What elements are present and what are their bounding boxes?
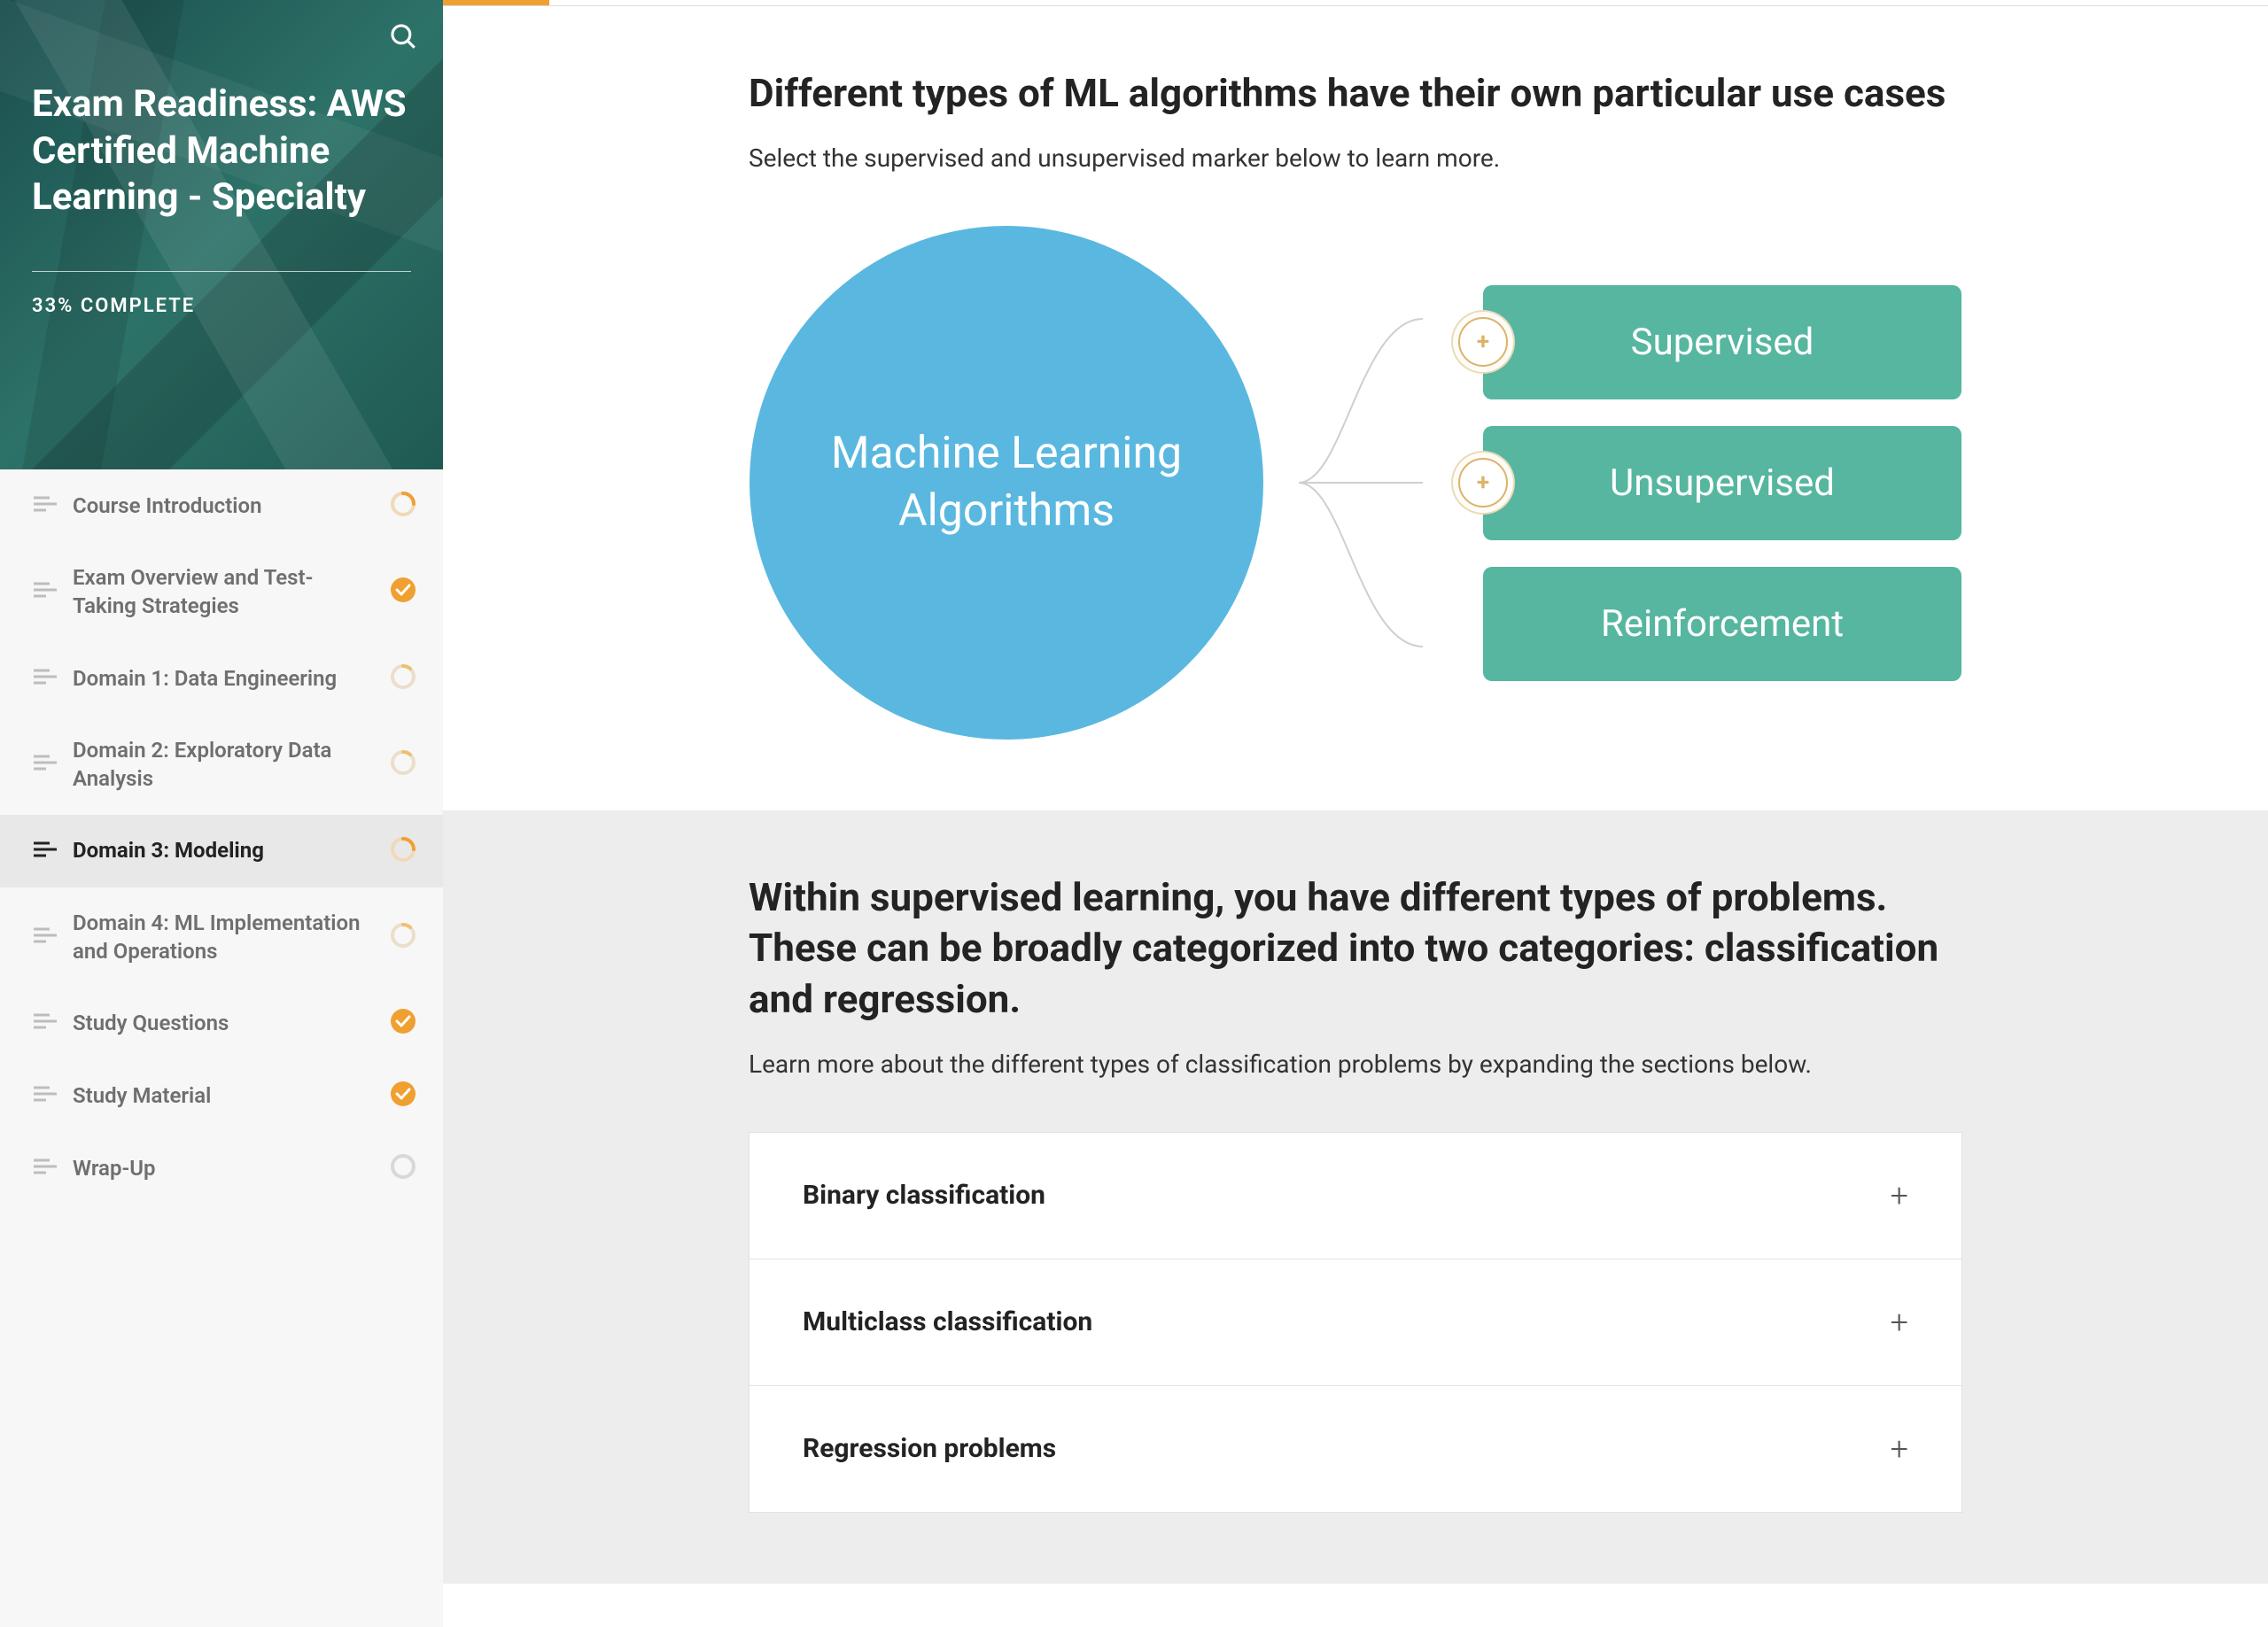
sidebar-header: Exam Readiness: AWS Certified Machine Le… bbox=[0, 0, 443, 469]
section-subtitle-2: Learn more about the different types of … bbox=[749, 1050, 1962, 1079]
list-icon bbox=[34, 754, 57, 775]
list-icon bbox=[34, 581, 57, 602]
marker-supervised[interactable]: + bbox=[1458, 317, 1508, 367]
status-icon bbox=[390, 749, 416, 779]
sidebar-item-0[interactable]: Course Introduction bbox=[0, 469, 443, 542]
list-icon bbox=[34, 668, 57, 689]
status-icon bbox=[390, 663, 416, 693]
diagram-categories: + Supervised + Unsupervised Reinforcemen… bbox=[1458, 285, 1961, 681]
sidebar-item-6[interactable]: Study Questions bbox=[0, 987, 443, 1059]
status-icon bbox=[390, 491, 416, 521]
circle-label: Machine Learning Algorithms bbox=[750, 425, 1263, 540]
plus-icon: + bbox=[1891, 1177, 1908, 1214]
list-icon bbox=[34, 495, 57, 516]
nav-label: Study Questions bbox=[73, 1009, 374, 1037]
status-icon bbox=[390, 577, 416, 607]
category-row-reinforcement: Reinforcement bbox=[1458, 567, 1961, 681]
status-icon bbox=[390, 1153, 416, 1183]
sidebar-item-2[interactable]: Domain 1: Data Engineering bbox=[0, 642, 443, 715]
nav-list: Course Introduction Exam Overview and Tes… bbox=[0, 469, 443, 1205]
accordion-item-2[interactable]: Regression problems + bbox=[750, 1386, 1961, 1512]
accordion-item-1[interactable]: Multiclass classification + bbox=[750, 1259, 1961, 1386]
section-title: Different types of ML algorithms have th… bbox=[749, 68, 1962, 119]
section-algorithms: Different types of ML algorithms have th… bbox=[443, 6, 2268, 810]
sidebar-item-1[interactable]: Exam Overview and Test-Taking Strategies bbox=[0, 542, 443, 642]
nav-label: Wrap-Up bbox=[73, 1154, 374, 1182]
plus-icon: + bbox=[1891, 1430, 1908, 1468]
nav-label: Course Introduction bbox=[73, 492, 374, 520]
accordion-label: Multiclass classification bbox=[803, 1306, 1092, 1337]
nav-label: Domain 1: Data Engineering bbox=[73, 664, 374, 693]
plus-icon: + bbox=[1891, 1304, 1908, 1341]
divider bbox=[32, 271, 411, 272]
main-content: Different types of ML algorithms have th… bbox=[443, 0, 2268, 1627]
accordion: Binary classification+Multiclass classif… bbox=[749, 1132, 1962, 1513]
search-icon[interactable] bbox=[388, 21, 418, 55]
nav-label: Domain 3: Modeling bbox=[73, 836, 374, 864]
ml-diagram: Machine Learning Algorithms + Supervised bbox=[749, 226, 1962, 740]
category-row-unsupervised: + Unsupervised bbox=[1458, 426, 1961, 540]
list-icon bbox=[34, 926, 57, 948]
nav-label: Domain 4: ML Implementation and Operatio… bbox=[73, 909, 374, 966]
nav-label: Study Material bbox=[73, 1081, 374, 1110]
section-title-2: Within supervised learning, you have dif… bbox=[749, 872, 1962, 1025]
accordion-item-0[interactable]: Binary classification + bbox=[750, 1133, 1961, 1259]
category-row-supervised: + Supervised bbox=[1458, 285, 1961, 399]
status-icon bbox=[390, 1081, 416, 1111]
marker-unsupervised[interactable]: + bbox=[1458, 458, 1508, 507]
category-supervised: Supervised bbox=[1483, 285, 1961, 399]
sidebar-item-8[interactable]: Wrap-Up bbox=[0, 1132, 443, 1205]
category-unsupervised: Unsupervised bbox=[1483, 426, 1961, 540]
category-reinforcement: Reinforcement bbox=[1483, 567, 1961, 681]
section-subtitle: Select the supervised and unsupervised m… bbox=[749, 143, 1962, 173]
sidebar-item-7[interactable]: Study Material bbox=[0, 1059, 443, 1132]
sidebar: Exam Readiness: AWS Certified Machine Le… bbox=[0, 0, 443, 1627]
sidebar-item-4[interactable]: Domain 3: Modeling bbox=[0, 815, 443, 887]
accordion-label: Binary classification bbox=[803, 1180, 1045, 1211]
list-icon bbox=[34, 1158, 57, 1179]
list-icon bbox=[34, 1085, 57, 1106]
nav-label: Exam Overview and Test-Taking Strategies bbox=[73, 563, 374, 621]
accordion-label: Regression problems bbox=[803, 1433, 1056, 1464]
section-supervised: Within supervised learning, you have dif… bbox=[443, 810, 2268, 1584]
nav-label: Domain 2: Exploratory Data Analysis bbox=[73, 736, 374, 794]
status-icon bbox=[390, 836, 416, 866]
progress-label: 33% COMPLETE bbox=[32, 295, 411, 317]
diagram-connectors bbox=[1299, 235, 1423, 731]
sidebar-item-3[interactable]: Domain 2: Exploratory Data Analysis bbox=[0, 715, 443, 815]
list-icon bbox=[34, 1012, 57, 1034]
status-icon bbox=[390, 1008, 416, 1038]
sidebar-item-5[interactable]: Domain 4: ML Implementation and Operatio… bbox=[0, 887, 443, 988]
list-icon bbox=[34, 841, 57, 862]
status-icon bbox=[390, 922, 416, 952]
course-title: Exam Readiness: AWS Certified Machine Le… bbox=[32, 81, 411, 221]
diagram-circle: Machine Learning Algorithms bbox=[750, 226, 1263, 740]
